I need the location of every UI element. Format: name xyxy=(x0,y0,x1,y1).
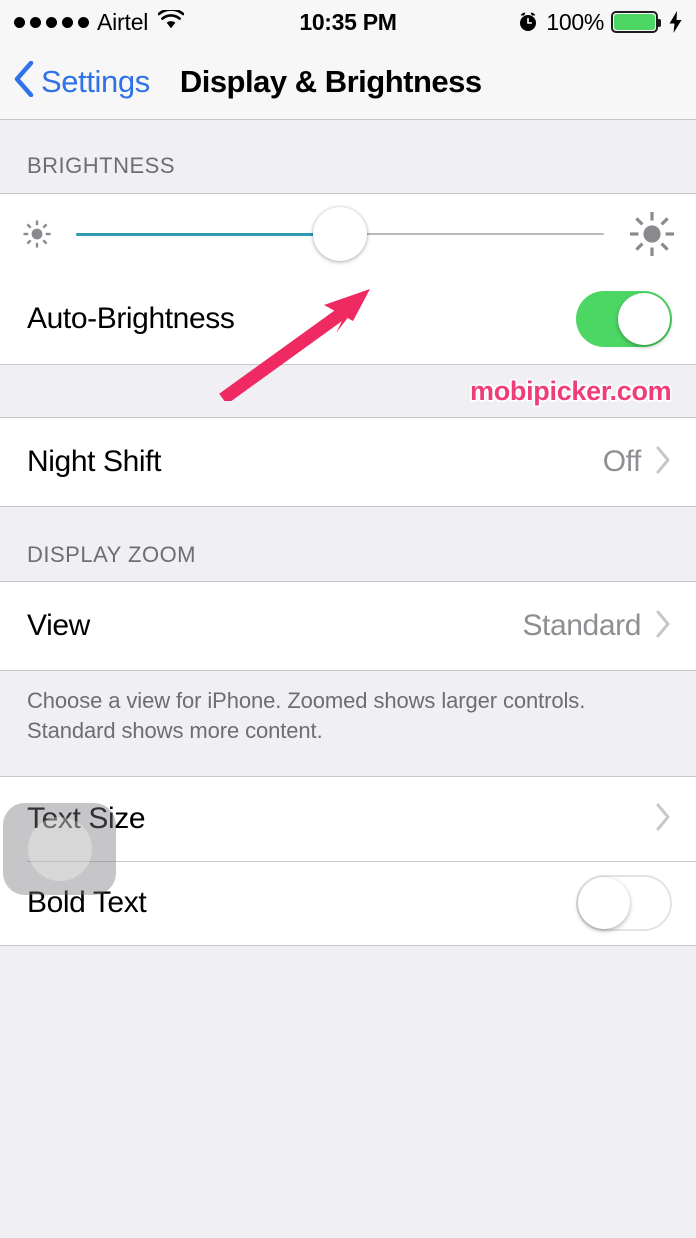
back-button-settings[interactable]: Settings xyxy=(0,60,150,102)
brightness-slider[interactable] xyxy=(76,207,604,261)
night-shift-label: Night Shift xyxy=(27,445,161,478)
settings-content: BRIGHTNESS Auto-Brightness Night Shift O… xyxy=(0,120,696,1238)
assistive-touch-button[interactable] xyxy=(3,803,116,895)
brightness-slider-row xyxy=(0,194,696,274)
iphone-screen: Airtel 10:35 PM 100% Settings Display & … xyxy=(0,0,696,1238)
brightness-cell-group: Auto-Brightness xyxy=(0,193,696,365)
chevron-right-icon xyxy=(655,445,672,480)
chevron-right-icon xyxy=(655,802,672,837)
sun-large-icon xyxy=(626,208,678,260)
battery-icon xyxy=(611,11,661,33)
section-spacer-2 xyxy=(0,746,696,776)
view-label: View xyxy=(27,609,90,642)
toggle-knob xyxy=(578,877,630,929)
bold-text-toggle[interactable] xyxy=(576,875,672,931)
chevron-left-icon xyxy=(14,60,34,102)
night-shift-cell-group: Night Shift Off xyxy=(0,417,696,507)
section-spacer-1 xyxy=(0,365,696,417)
cellular-signal-dots-icon xyxy=(14,16,89,28)
view-value: Standard xyxy=(522,609,641,642)
status-bar-left: Airtel xyxy=(14,7,185,36)
auto-brightness-toggle[interactable] xyxy=(576,291,672,347)
brightness-slider-thumb[interactable] xyxy=(313,207,367,261)
brightness-section-header: BRIGHTNESS xyxy=(27,153,176,178)
auto-brightness-label: Auto-Brightness xyxy=(27,302,235,335)
night-shift-value: Off xyxy=(602,445,642,478)
status-bar: Airtel 10:35 PM 100% xyxy=(0,0,696,44)
lightning-bolt-icon xyxy=(669,11,682,33)
status-bar-right: 100% xyxy=(517,9,682,36)
assistive-touch-inner-ring xyxy=(27,817,92,881)
carrier-name: Airtel xyxy=(97,8,149,35)
navigation-bar: Settings Display & Brightness xyxy=(0,44,696,120)
back-button-label: Settings xyxy=(41,63,150,99)
auto-brightness-row[interactable]: Auto-Brightness xyxy=(0,274,696,364)
alarm-clock-icon xyxy=(517,11,539,33)
toggle-knob xyxy=(618,293,670,345)
display-zoom-section-header: DISPLAY ZOOM xyxy=(27,542,197,567)
view-row[interactable]: View Standard xyxy=(0,582,696,670)
display-zoom-footer-text: Choose a view for iPhone. Zoomed shows l… xyxy=(27,688,586,743)
slider-track-fill xyxy=(76,232,340,236)
wifi-icon xyxy=(157,7,185,35)
page-title: Display & Brightness xyxy=(179,63,482,99)
chevron-right-icon xyxy=(655,609,672,644)
sun-small-icon xyxy=(20,217,54,251)
night-shift-row[interactable]: Night Shift Off xyxy=(0,418,696,506)
battery-percentage: 100% xyxy=(546,8,604,35)
display-zoom-cell-group: View Standard xyxy=(0,581,696,671)
